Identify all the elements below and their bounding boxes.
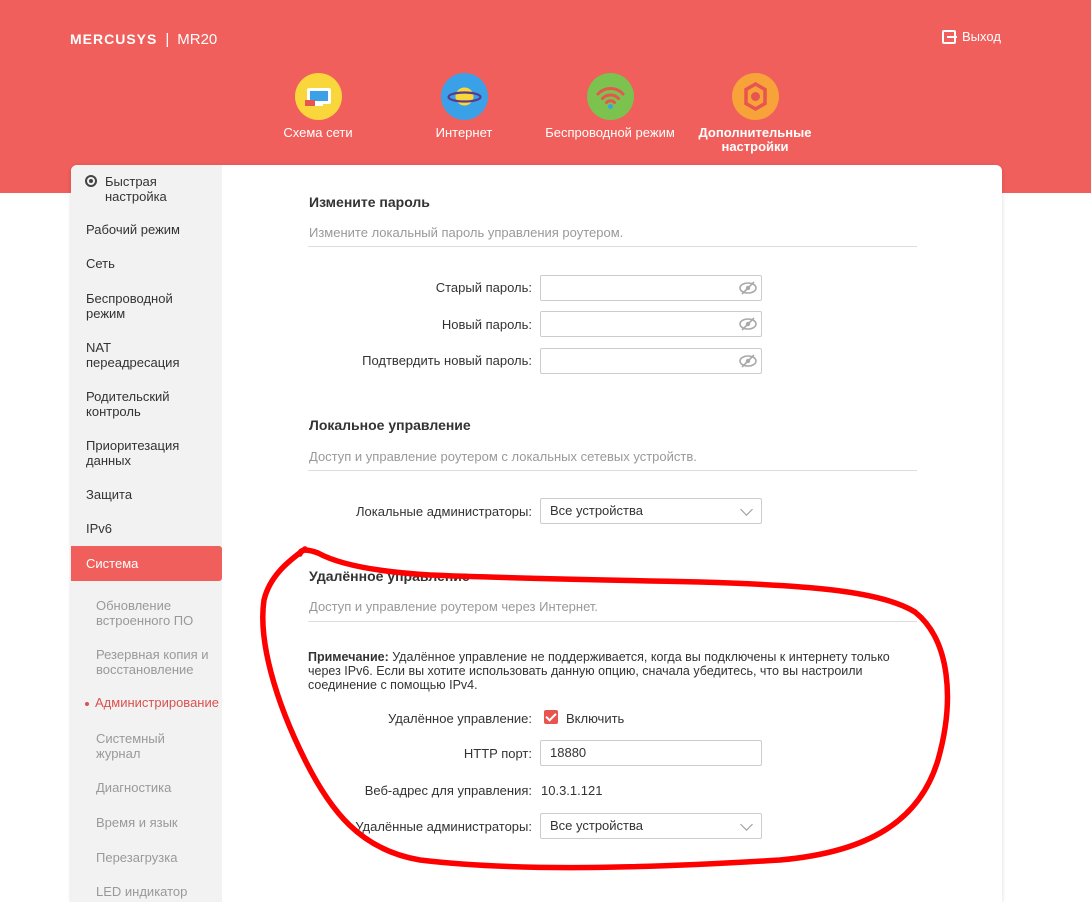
- new-password-field[interactable]: [540, 311, 762, 337]
- sidebar-sub-time-language[interactable]: Время и язык: [96, 815, 216, 830]
- tab-wireless-label: Беспроводной режим: [545, 125, 675, 140]
- hide-password-icon[interactable]: [739, 316, 757, 332]
- remote-section-title: Удалённое управление: [309, 568, 470, 584]
- sidebar-item-operation-mode[interactable]: Рабочий режим: [86, 222, 206, 237]
- sidebar-sub-firmware[interactable]: Обновление встроенного ПО: [96, 598, 211, 628]
- sidebar-sub-reboot[interactable]: Перезагрузка: [96, 850, 216, 865]
- sidebar-sub-syslog[interactable]: Системный журнал: [96, 731, 206, 761]
- network-map-icon: [294, 73, 342, 120]
- sidebar-item-label: Быстрая настройка: [105, 174, 167, 204]
- local-section-description: Доступ и управление роутером с локальных…: [309, 449, 697, 464]
- enable-label[interactable]: Включить: [566, 711, 624, 726]
- web-address-value: 10.3.1.121: [541, 783, 603, 798]
- chevron-down-icon: [740, 503, 753, 516]
- http-port-label: HTTP порт:: [463, 746, 532, 761]
- local-admins-value: Все устройства: [550, 503, 643, 518]
- password-section-title: Измените пароль: [309, 194, 430, 210]
- confirm-password-field[interactable]: [540, 348, 762, 374]
- remote-admins-label: Удалённые администраторы:: [355, 819, 532, 834]
- sidebar-sub-diagnostics[interactable]: Диагностика: [96, 780, 216, 795]
- brand-logo: MERCUSYS | MR20: [70, 31, 217, 48]
- tab-network-map[interactable]: Схема сети: [248, 73, 388, 140]
- note-label: Примечание:: [308, 650, 389, 664]
- logout-button[interactable]: Выход: [942, 29, 1001, 44]
- remote-note: Примечание: Удалённое управление не подд…: [308, 650, 913, 692]
- old-password-field[interactable]: [540, 275, 762, 301]
- local-admins-label: Локальные администраторы:: [356, 504, 532, 519]
- tab-advanced-label: Дополнительные настройки: [698, 125, 812, 154]
- remote-divider: [308, 621, 917, 622]
- sidebar-item-nat[interactable]: NAT переадресация: [86, 340, 186, 370]
- local-divider: [308, 470, 917, 471]
- sidebar-item-security[interactable]: Защита: [86, 487, 206, 502]
- remote-admins-value: Все устройства: [550, 818, 643, 833]
- local-admins-select[interactable]: Все устройства: [540, 498, 762, 524]
- model-name: MR20: [177, 31, 218, 48]
- sidebar: Быстрая настройка Рабочий режим Сеть Бес…: [71, 165, 222, 902]
- hide-password-icon[interactable]: [739, 353, 757, 369]
- main-card: Быстрая настройка Рабочий режим Сеть Бес…: [71, 165, 1002, 902]
- sidebar-sub-led[interactable]: LED индикатор: [96, 884, 216, 899]
- remote-section-description: Доступ и управление роутером через Интер…: [309, 599, 599, 614]
- chevron-down-icon: [740, 818, 753, 831]
- http-port-field[interactable]: 18880: [540, 740, 762, 766]
- password-section-description: Измените локальный пароль управления роу…: [309, 225, 624, 240]
- remote-management-label: Удалённое управление:: [387, 711, 532, 726]
- sidebar-sub-backup[interactable]: Резервная копия и восстановление: [96, 647, 216, 677]
- brand-separator: |: [165, 31, 170, 48]
- note-text: Удалённое управление не поддерживается, …: [308, 650, 890, 692]
- web-address-label: Веб-адрес для управления:: [364, 783, 532, 798]
- new-password-label: Новый пароль:: [441, 317, 532, 332]
- gear-icon: [731, 73, 779, 120]
- sidebar-item-parental-control[interactable]: Родительский контроль: [86, 389, 186, 419]
- confirm-password-label: Подтвердить новый пароль:: [362, 353, 532, 368]
- tab-internet-label: Интернет: [435, 125, 493, 140]
- sidebar-item-quick-setup[interactable]: Быстрая настройка: [85, 174, 215, 204]
- sidebar-sub-administration[interactable]: Администрирование: [85, 695, 219, 710]
- tab-internet[interactable]: Интернет: [394, 73, 534, 140]
- sidebar-item-wireless[interactable]: Беспроводной режим: [86, 291, 186, 321]
- quick-setup-icon: [85, 175, 97, 187]
- http-port-value: 18880: [550, 745, 587, 760]
- password-divider: [308, 246, 917, 247]
- logout-label: Выход: [962, 29, 1001, 44]
- enable-remote-checkbox[interactable]: [544, 710, 558, 724]
- old-password-label: Старый пароль:: [435, 280, 532, 295]
- local-section-title: Локальное управление: [309, 417, 471, 433]
- sidebar-item-ipv6[interactable]: IPv6: [86, 521, 206, 536]
- tab-advanced[interactable]: Дополнительные настройки: [685, 73, 825, 154]
- hide-password-icon[interactable]: [739, 280, 757, 296]
- tab-network-map-label: Схема сети: [283, 125, 353, 140]
- current-dot: [85, 701, 89, 706]
- logout-icon: [942, 29, 957, 44]
- sidebar-item-network[interactable]: Сеть: [86, 256, 206, 271]
- globe-planet-icon: [440, 73, 488, 120]
- tab-wireless[interactable]: Беспроводной режим: [540, 73, 680, 140]
- wifi-icon: [586, 73, 634, 120]
- sidebar-item-qos[interactable]: Приоритезация данных: [86, 438, 186, 468]
- sidebar-item-system[interactable]: Система: [71, 546, 222, 581]
- brand-name: MERCUSYS: [70, 31, 158, 47]
- sidebar-sub-label: Администрирование: [95, 695, 219, 710]
- remote-admins-select[interactable]: Все устройства: [540, 813, 762, 839]
